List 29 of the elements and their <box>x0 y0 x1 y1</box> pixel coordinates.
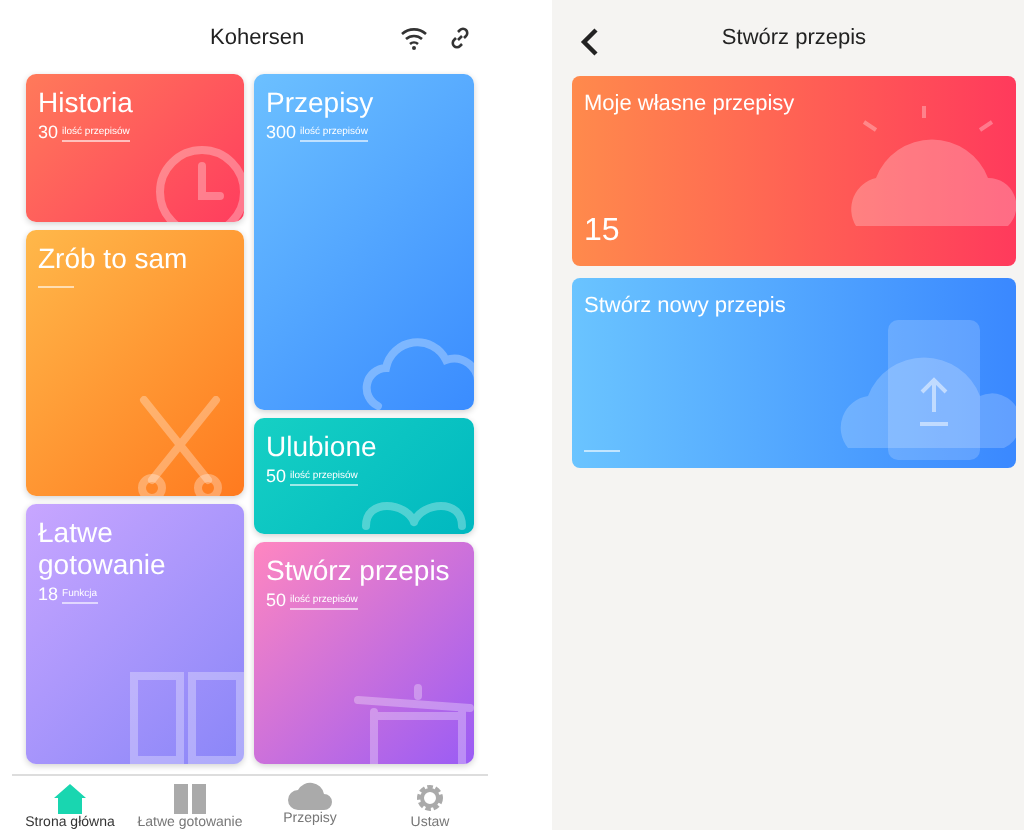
tile-title: Stwórz przepis <box>266 554 452 586</box>
tile-title: Zrób to sam <box>38 242 190 274</box>
card-count: 15 <box>584 214 622 250</box>
back-icon[interactable] <box>580 26 600 58</box>
home-icon <box>52 782 88 814</box>
wifi-icon <box>400 25 428 49</box>
page-title: Stwórz przepis <box>721 26 867 50</box>
book-icon <box>128 668 244 764</box>
settings-icon <box>414 782 446 814</box>
card-title: Moje własne przepisy <box>584 92 797 116</box>
tile-title: Łatwe gotowanie <box>38 516 168 580</box>
tile-count: 300 <box>266 122 297 142</box>
tile-title: Historia <box>38 86 135 118</box>
link-icon <box>448 25 472 49</box>
option-card[interactable]: Moje własne przepisy 15 <box>572 76 1016 266</box>
category-tile[interactable]: Zrób to sam <box>26 230 244 496</box>
tile-count: 18 <box>38 584 59 604</box>
option-card[interactable]: Stwórz nowy przepis <box>572 278 1016 468</box>
cloud-icon <box>288 782 332 810</box>
tile-count: 50 <box>266 590 287 610</box>
book-icon <box>172 782 208 814</box>
scissors-icon <box>136 396 224 496</box>
tile-count: 50 <box>266 466 287 486</box>
tile-title: Przepisy <box>266 86 376 118</box>
tile-title: Ulubione <box>266 430 379 462</box>
card-title: Stwórz nowy przepis <box>584 294 788 318</box>
app-title: Kohersen <box>210 25 307 49</box>
tile-count: 30 <box>38 122 59 142</box>
clock-icon <box>152 142 244 222</box>
